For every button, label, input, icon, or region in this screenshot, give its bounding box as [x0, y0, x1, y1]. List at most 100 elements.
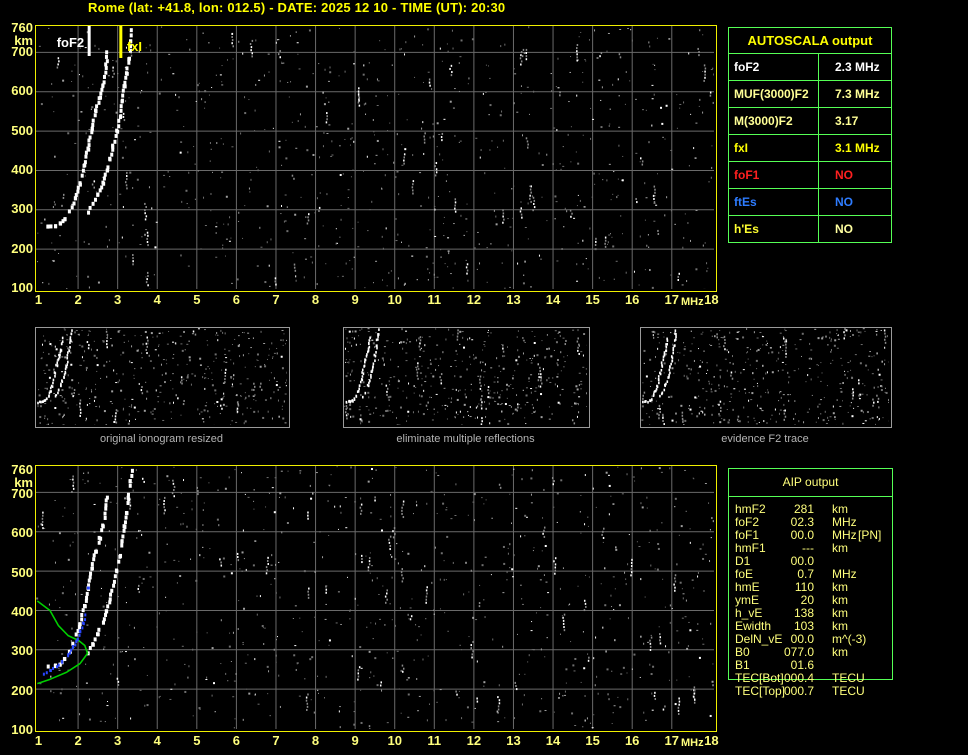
x-tick-label: 4: [154, 733, 161, 748]
thumbnail-eliminate-reflections: [343, 327, 590, 428]
thumbnail-evidence-f2-trace: [640, 327, 892, 428]
x-tick-label: 18: [704, 733, 718, 748]
x-tick-label: 7: [272, 733, 279, 748]
y-tick-label: 600: [0, 526, 33, 539]
top-ionogram-plot: foF2 fxI: [35, 25, 717, 292]
aip-row-tectop: TEC[Top] 000.7 TECU: [728, 685, 891, 698]
autoscala-output-table: AUTOSCALA output foF2 2.3 MHz MUF(3000)F…: [728, 27, 892, 243]
x-tick-label: 15: [585, 733, 599, 748]
thumbnail-caption: original ionogram resized: [35, 433, 288, 446]
x-tick-label: 16: [625, 733, 639, 748]
x-tick-label: 10: [387, 733, 401, 748]
x-tick-label: 15: [585, 292, 599, 307]
autoscala-window: Rome (lat: +41.8, lon: 012.5) - DATE: 20…: [0, 0, 968, 755]
station-date-title: Rome (lat: +41.8, lon: 012.5) - DATE: 20…: [88, 0, 505, 15]
param-label: ftEs: [729, 189, 819, 215]
x-tick-label: 6: [233, 292, 240, 307]
param-value: 2.3 MHz: [819, 54, 891, 80]
x-tick-label: 5: [193, 733, 200, 748]
x-tick-label: 1: [35, 292, 42, 307]
x-tick-label: 5: [193, 292, 200, 307]
table-row-hpes: h'Es NO: [729, 216, 891, 242]
bottom-x-axis: 123456789101112131415161718: [0, 733, 968, 748]
marker-label-fxI: fxI: [127, 39, 142, 54]
aip-header: AIP output: [729, 469, 892, 497]
autoscala-table-header: AUTOSCALA output: [729, 28, 891, 54]
x-tick-label: 17: [665, 733, 679, 748]
x-tick-label: 9: [352, 733, 359, 748]
bottom-ionogram-plot: [35, 465, 717, 732]
y-tick-label: 200: [0, 242, 33, 255]
table-row-muf3000f2: MUF(3000)F2 7.3 MHz: [729, 81, 891, 108]
x-tick-label: 8: [312, 733, 319, 748]
table-row-m3000f2: M(3000)F2 3.17: [729, 108, 891, 135]
param-note: [PN]: [858, 529, 881, 542]
x-tick-label: 13: [506, 733, 520, 748]
param-value: 7.3 MHz: [819, 81, 891, 107]
x-tick-label: 8: [312, 292, 319, 307]
x-tick-label: 3: [114, 733, 121, 748]
x-tick-label: 14: [546, 292, 560, 307]
y-tick-label: 600: [0, 84, 33, 97]
param-value: NO: [819, 189, 891, 215]
param-value: 3.1 MHz: [819, 135, 891, 161]
x-tick-label: 2: [74, 733, 81, 748]
y-tick-label: 500: [0, 566, 33, 579]
x-tick-label: 17: [665, 292, 679, 307]
thumbnail-caption: evidence F2 trace: [640, 433, 890, 446]
x-axis-unit: MHz: [681, 296, 704, 308]
param-value: NO: [819, 162, 891, 188]
y-tick-label: 200: [0, 684, 33, 697]
y-tick-label: 400: [0, 163, 33, 176]
x-tick-label: 12: [467, 733, 481, 748]
param-unit: km: [832, 646, 848, 659]
table-row-ftes: ftEs NO: [729, 189, 891, 216]
table-row-fxi: fxI 3.1 MHz: [729, 135, 891, 162]
param-value: 3.17: [819, 108, 891, 134]
param-label: foF2: [729, 54, 819, 80]
thumbnail-canvas: [641, 328, 889, 425]
param-label: foF1: [729, 162, 819, 188]
table-row-fof2: foF2 2.3 MHz: [729, 54, 891, 81]
x-tick-label: 3: [114, 292, 121, 307]
x-tick-label: 11: [427, 292, 441, 307]
x-tick-label: 11: [427, 733, 441, 748]
bottom-ionogram-canvas: [36, 466, 714, 729]
param-unit: km: [832, 542, 848, 555]
x-tick-label: 13: [506, 292, 520, 307]
y-tick-label: 400: [0, 605, 33, 618]
param-label: fxI: [729, 135, 819, 161]
x-tick-label: 7: [272, 292, 279, 307]
param-label: MUF(3000)F2: [729, 81, 819, 107]
x-tick-label: 18: [704, 292, 718, 307]
x-tick-label: 2: [74, 292, 81, 307]
x-tick-label: 6: [233, 733, 240, 748]
y-tick-label: 300: [0, 644, 33, 657]
param-value: 000.7: [773, 685, 814, 698]
thumbnail-canvas: [344, 328, 587, 425]
top-ionogram-canvas: foF2 fxI: [36, 26, 714, 289]
param-label: h'Es: [729, 216, 819, 242]
param-unit: TECU: [832, 685, 865, 698]
x-axis-unit: MHz: [681, 737, 704, 749]
x-tick-label: 16: [625, 292, 639, 307]
y-tick-label: 500: [0, 124, 33, 137]
param-label: M(3000)F2: [729, 108, 819, 134]
thumbnail-original-ionogram: [35, 327, 290, 428]
y-tick-label: 700: [0, 45, 33, 58]
marker-label-foF2: foF2: [57, 35, 84, 50]
y-tick-label: 300: [0, 202, 33, 215]
x-tick-label: 1: [35, 733, 42, 748]
x-tick-label: 12: [467, 292, 481, 307]
y-tick-label: 700: [0, 487, 33, 500]
x-tick-label: 14: [546, 733, 560, 748]
aip-output-rows: hmF2 281 km foF2 02.3 MHz foF1 00.0 MHz …: [728, 503, 891, 698]
x-tick-label: 10: [387, 292, 401, 307]
x-tick-label: 9: [352, 292, 359, 307]
x-tick-label: 4: [154, 292, 161, 307]
param-value: NO: [819, 216, 891, 242]
table-row-fof1: foF1 NO: [729, 162, 891, 189]
top-x-axis: 123456789101112131415161718: [0, 292, 968, 307]
thumbnail-caption: eliminate multiple reflections: [343, 433, 588, 446]
thumbnail-canvas: [36, 328, 287, 425]
